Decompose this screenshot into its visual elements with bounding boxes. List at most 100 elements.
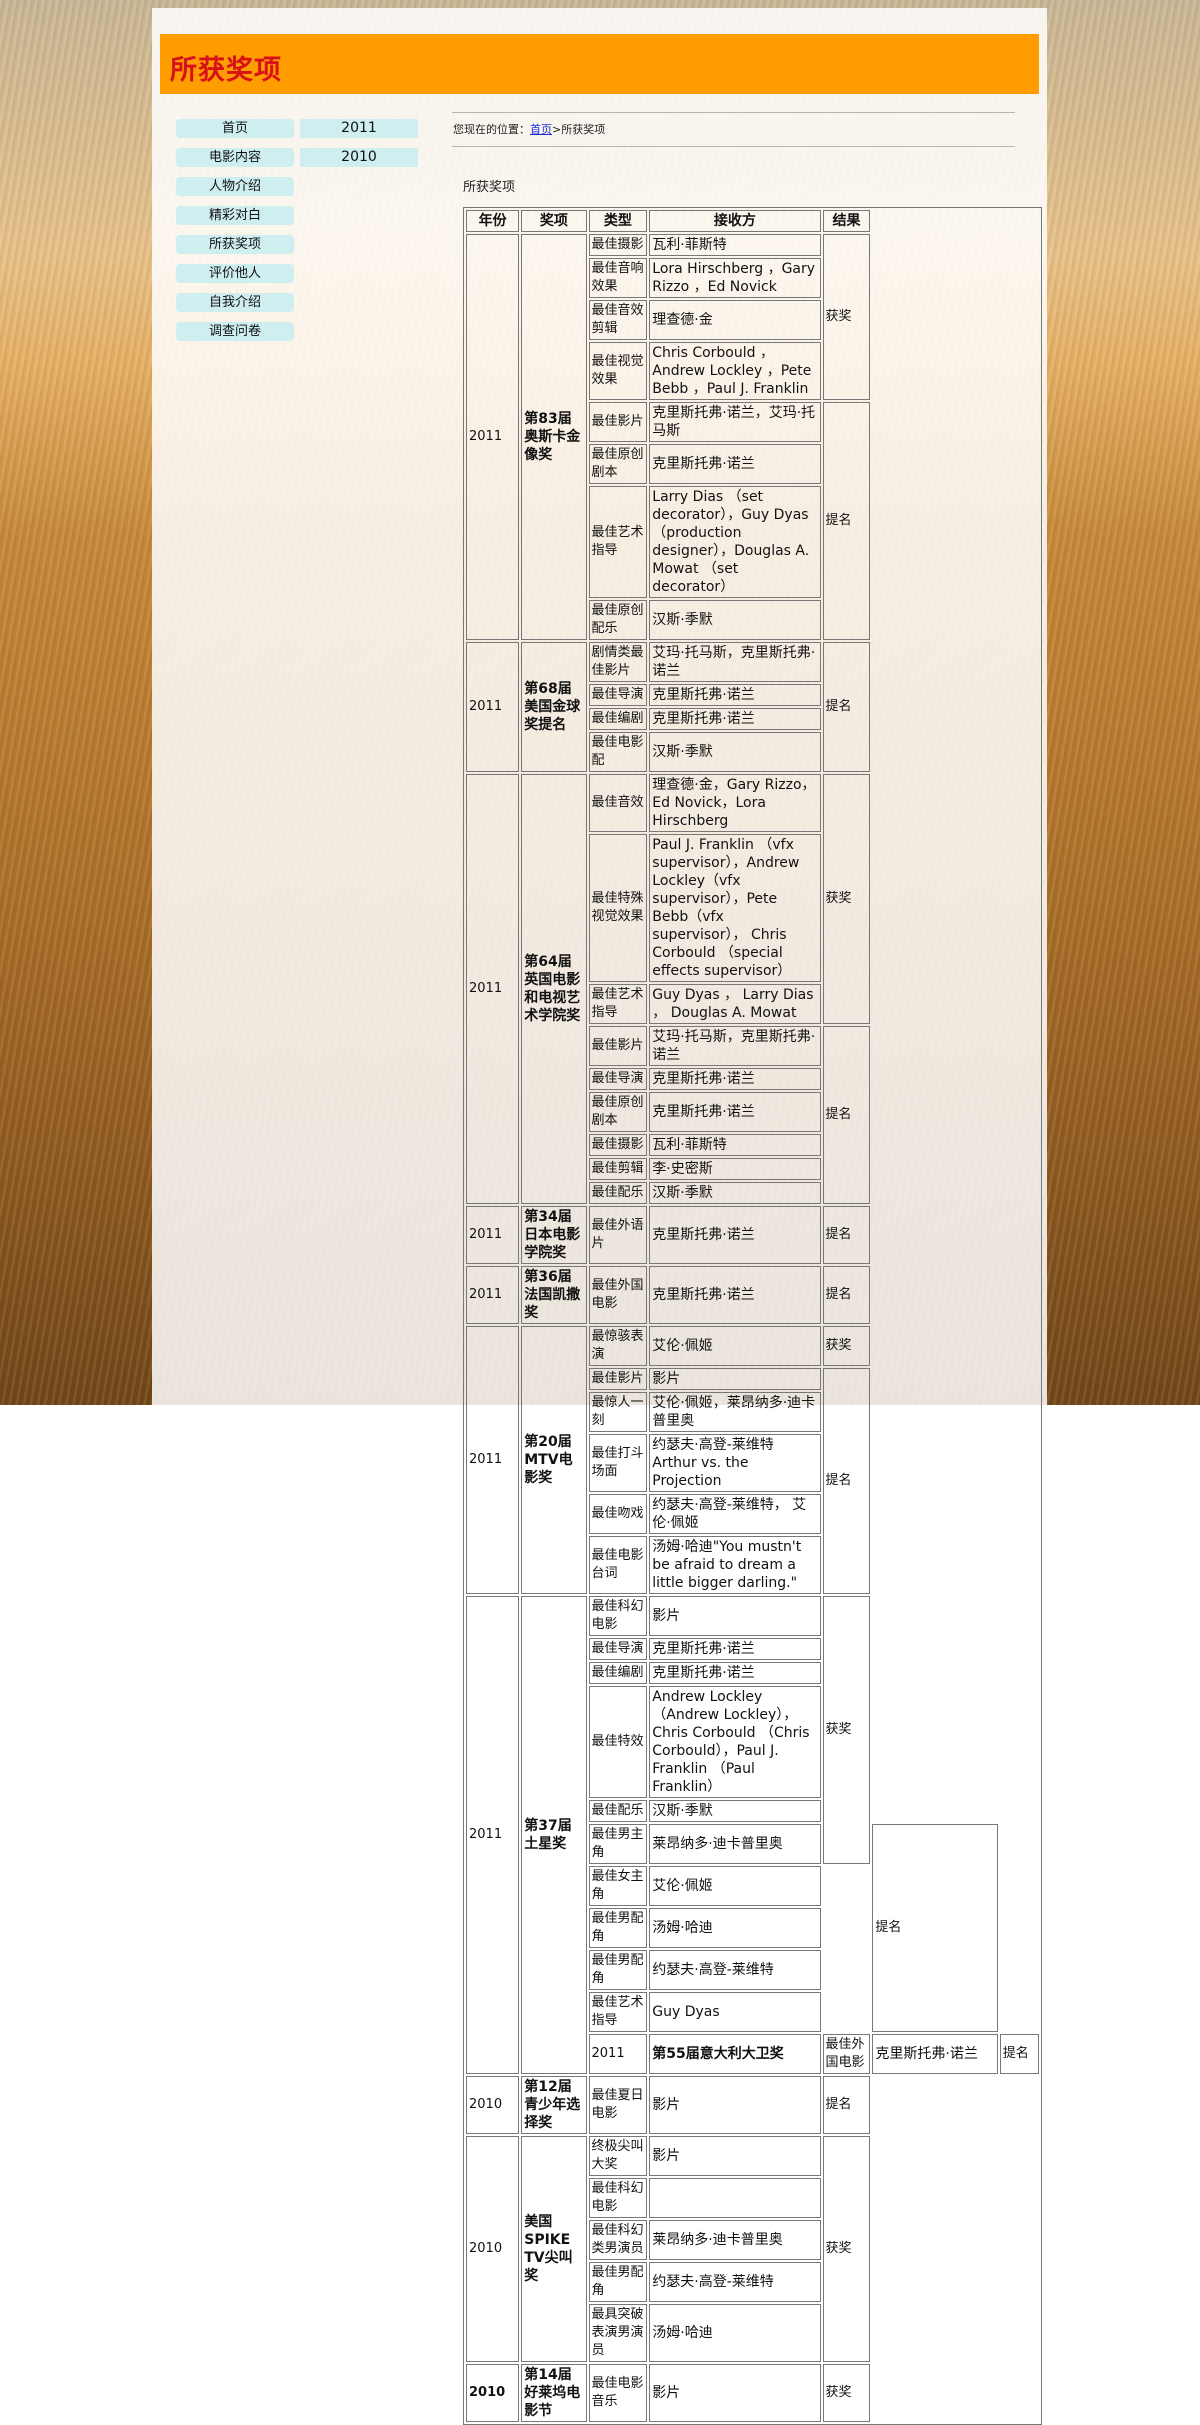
category-cell: 最具突破表演男演员 (588, 2304, 648, 2362)
category-cell: 最佳艺术指导 (588, 1992, 648, 2032)
category-cell: 最佳编剧 (588, 708, 648, 730)
column-header-award: 奖项 (521, 210, 587, 232)
award-cell: 第55届意大利大卫奖 (649, 2034, 821, 2074)
category-cell: 最佳原创剧本 (588, 1092, 648, 1132)
recipient-cell: Lora Hirschberg ，Gary Rizzo ，Ed Novick (649, 258, 821, 298)
recipient-cell: 影片 (649, 2364, 821, 2422)
award-cell: 第36届法国凯撒奖 (521, 1266, 587, 1324)
result-cell: 提名 (822, 1266, 871, 1324)
recipient-cell: 约瑟夫·高登-莱维特 (649, 2262, 821, 2302)
category-cell: 最佳男主角 (588, 1824, 648, 1864)
year-button-2010[interactable]: 2010 (300, 148, 418, 167)
result-cell: 获奖 (822, 774, 871, 1024)
category-cell: 最佳特效 (588, 1686, 648, 1798)
year-filter: 2011 2010 (300, 119, 418, 177)
category-cell: 最佳音响效果 (588, 258, 648, 298)
category-cell: 最佳原创剧本 (588, 444, 648, 484)
nav-item-awards[interactable]: 所获奖项 (176, 235, 294, 254)
table-row: 2011 第37届土星奖 最佳科幻电影 影片 获奖 (466, 1596, 1039, 2074)
category-cell: 最佳特殊视觉效果 (588, 834, 648, 982)
result-cell: 获奖 (822, 234, 871, 400)
result-cell: 获奖 (822, 1596, 871, 1864)
recipient-cell: 克里斯托弗·诺兰 (649, 684, 821, 706)
recipient-cell (649, 2178, 821, 2218)
category-cell: 最佳导演 (588, 684, 648, 706)
result-cell: 提名 (999, 2034, 1039, 2074)
year-button-2011[interactable]: 2011 (300, 119, 418, 138)
nav-item-film-content[interactable]: 电影内容 (176, 148, 294, 167)
recipient-cell: 汉斯·季默 (649, 1800, 821, 1822)
recipient-cell: 克里斯托弗·诺兰 (649, 708, 821, 730)
nav-item-dialogue[interactable]: 精彩对白 (176, 206, 294, 225)
category-cell: 最佳电影音乐 (588, 2364, 648, 2422)
table-header-row: 年份 奖项 类型 接收方 结果 (466, 210, 1039, 232)
award-cell: 第64届英国电影和电视艺术学院奖 (521, 774, 587, 1204)
table-row: 2010 美国SPIKE TV尖叫奖 终极尖叫大奖 影片 获奖 (466, 2136, 1039, 2362)
recipient-cell: 艾伦·佩姬，莱昂纳多·迪卡普里奥 (649, 1392, 821, 1432)
recipient-cell: Paul J. Franklin （vfx supervisor），Andrew… (649, 834, 821, 982)
result-cell: 提名 (822, 402, 871, 640)
recipient-cell: 克里斯托弗·诺兰 (649, 444, 821, 484)
category-cell: 最佳电影配 (588, 732, 648, 772)
year-cell: 2010 (466, 2136, 520, 2362)
nav-item-home[interactable]: 首页 (176, 119, 294, 138)
result-cell: 提名 (822, 2076, 871, 2134)
column-header-result: 结果 (822, 210, 871, 232)
nav-item-about[interactable]: 自我介绍 (176, 293, 294, 312)
recipient-cell: 瓦利·菲斯特 (649, 234, 821, 256)
recipient-cell: 约瑟夫·高登-莱维特 (649, 1950, 821, 1990)
recipient-cell: 理查德·金，Gary Rizzo，Ed Novick，Lora Hirschbe… (649, 774, 821, 832)
divider (452, 112, 1015, 113)
recipient-cell: 艾玛·托马斯，克里斯托弗·诺兰 (649, 1026, 821, 1066)
result-cell: 提名 (822, 1026, 871, 1204)
year-cell: 2010 (466, 2076, 520, 2134)
recipient-cell: 莱昂纳多·迪卡普里奥 (649, 1824, 821, 1864)
recipient-cell: 汤姆·哈迪 (649, 2304, 821, 2362)
category-cell: 最佳影片 (588, 1026, 648, 1066)
nav-item-survey[interactable]: 调查问卷 (176, 322, 294, 341)
column-header-recipient: 接收方 (649, 210, 821, 232)
nav-item-reviews[interactable]: 评价他人 (176, 264, 294, 283)
award-cell: 第14届好莱坞电影节 (521, 2364, 587, 2422)
award-cell: 第20届MTV电影奖 (521, 1326, 587, 1594)
recipient-cell: 汤姆·哈迪 (649, 1908, 821, 1948)
category-cell: 最佳导演 (588, 1638, 648, 1660)
category-cell: 最佳男配角 (588, 1908, 648, 1948)
category-cell: 最惊人一刻 (588, 1392, 648, 1432)
recipient-cell: 艾玛·托马斯，克里斯托弗·诺兰 (649, 642, 821, 682)
category-cell: 最佳视觉效果 (588, 342, 648, 400)
category-cell: 最佳原创配乐 (588, 600, 648, 640)
year-cell: 2011 (466, 1206, 520, 1264)
category-cell: 最佳音效剪辑 (588, 300, 648, 340)
recipient-cell: Andrew Lockley（Andrew Lockley），Chris Cor… (649, 1686, 821, 1798)
recipient-cell: 汤姆·哈迪"You mustn't be afraid to dream a l… (649, 1536, 821, 1594)
year-cell: 2011 (588, 2034, 648, 2074)
breadcrumb-home-link[interactable]: 首页 (530, 123, 552, 136)
recipient-cell: 克里斯托弗·诺兰，艾玛·托马斯 (649, 402, 821, 442)
category-cell: 最佳音效 (588, 774, 648, 832)
category-cell: 最佳摄影 (588, 1134, 648, 1156)
result-cell: 提名 (822, 642, 871, 772)
award-cell: 美国SPIKE TV尖叫奖 (521, 2136, 587, 2362)
nav-item-characters[interactable]: 人物介绍 (176, 177, 294, 196)
recipient-cell: Larry Dias （set decorator），Guy Dyas （pro… (649, 486, 821, 598)
category-cell: 最佳外语片 (588, 1206, 648, 1264)
category-cell: 最佳夏日电影 (588, 2076, 648, 2134)
recipient-cell: 约瑟夫·高登-莱维特， 艾伦·佩姬 (649, 1494, 821, 1534)
table-row: 2011 第34届日本电影学院奖 最佳外语片 克里斯托弗·诺兰 提名 (466, 1206, 1039, 1264)
recipient-cell: 瓦利·菲斯特 (649, 1134, 821, 1156)
recipient-cell: 莱昂纳多·迪卡普里奥 (649, 2220, 821, 2260)
category-cell: 最佳配乐 (588, 1800, 648, 1822)
category-cell: 最佳吻戏 (588, 1494, 648, 1534)
page-container: 所获奖项 首页 电影内容 人物介绍 精彩对白 所获奖项 评价他人 自我介绍 调查… (152, 8, 1047, 2425)
table-row: 2010 第14届好莱坞电影节 最佳电影音乐 影片 获奖 (466, 2364, 1039, 2422)
breadcrumb-current: 所获奖项 (561, 123, 606, 136)
result-cell: 提名 (822, 1206, 871, 1264)
category-cell: 最佳女主角 (588, 1866, 648, 1906)
column-header-category: 类型 (588, 210, 648, 232)
table-row: 2011 第20届MTV电影奖 最惊骇表演 艾伦·佩姬 获奖 (466, 1326, 1039, 1594)
recipient-cell: 影片 (649, 2136, 821, 2176)
result-cell: 提名 (872, 1824, 998, 2032)
recipient-cell: Guy Dyas (649, 1992, 821, 2032)
category-cell: 最佳摄影 (588, 234, 648, 256)
